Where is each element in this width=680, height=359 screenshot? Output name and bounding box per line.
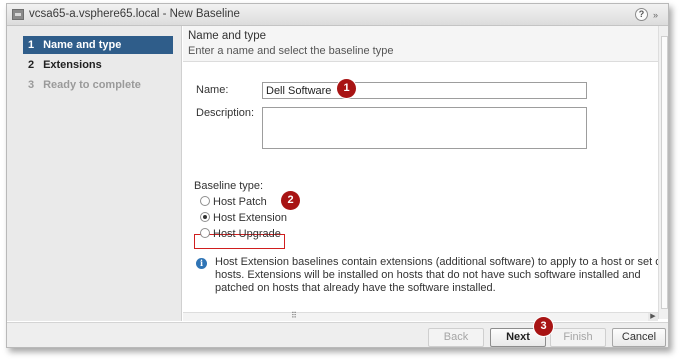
radio-label: Host Patch <box>213 196 267 208</box>
info-icon: i <box>196 258 207 269</box>
step-label: Extensions <box>43 59 102 71</box>
scrollbar-grip-icon[interactable]: ⠿ <box>291 311 298 320</box>
callout-badge-1: 1 <box>337 79 356 98</box>
name-label: Name: <box>196 84 229 96</box>
baseline-type-label: Baseline type: <box>194 180 264 192</box>
expand-icon[interactable]: » <box>653 10 663 20</box>
step-number: 3 <box>28 79 35 91</box>
new-baseline-dialog: vcsa65-a.vsphere65.local - New Baseline … <box>6 3 669 348</box>
page-title: Name and type <box>188 30 266 42</box>
horizontal-scrollbar[interactable]: ⠿ ▶ <box>183 311 658 321</box>
wizard-content: Name and type Enter a name and select th… <box>183 26 668 321</box>
radio-button[interactable] <box>200 228 210 238</box>
step-ready-to-complete: 3 Ready to complete <box>23 76 173 94</box>
radio-label: Host Upgrade <box>213 228 281 240</box>
step-name-and-type[interactable]: 1 Name and type <box>23 36 173 54</box>
back-button[interactable]: Back <box>428 328 484 347</box>
name-input[interactable] <box>262 82 587 99</box>
window-title: vcsa65-a.vsphere65.local - New Baseline <box>29 8 240 20</box>
callout-badge-2: 2 <box>281 191 300 210</box>
page-header: Name and type Enter a name and select th… <box>183 26 668 62</box>
step-number: 1 <box>28 39 35 51</box>
help-icon[interactable]: ? <box>635 8 648 21</box>
radio-host-patch[interactable]: Host Patch <box>200 195 267 210</box>
radio-host-extension[interactable]: Host Extension <box>200 211 287 226</box>
finish-button[interactable]: Finish <box>550 328 606 347</box>
description-label: Description: <box>196 107 255 119</box>
cancel-button[interactable]: Cancel <box>612 328 666 347</box>
window-app-icon <box>12 9 24 20</box>
step-label: Ready to complete <box>43 79 141 91</box>
step-extensions[interactable]: 2 Extensions <box>23 56 173 74</box>
wizard-steps-sidebar: 1 Name and type 2 Extensions 3 Ready to … <box>7 26 182 321</box>
description-textarea[interactable] <box>262 107 587 149</box>
callout-badge-3: 3 <box>534 317 553 336</box>
step-label: Name and type <box>43 39 122 51</box>
step-number: 2 <box>28 59 35 71</box>
radio-button[interactable] <box>200 196 210 206</box>
scroll-right-icon[interactable]: ▶ <box>648 313 658 321</box>
radio-host-upgrade[interactable]: Host Upgrade <box>200 227 281 242</box>
page-subtitle: Enter a name and select the baseline typ… <box>188 45 394 57</box>
radio-label: Host Extension <box>213 212 287 224</box>
info-text: Host Extension baselines contain extensi… <box>215 256 665 294</box>
radio-button[interactable] <box>200 212 210 222</box>
vertical-scrollbar-thumb[interactable] <box>661 36 668 309</box>
vertical-scrollbar[interactable] <box>658 26 668 319</box>
wizard-footer: Back Next Finish Cancel <box>7 322 668 347</box>
title-bar: vcsa65-a.vsphere65.local - New Baseline … <box>7 4 668 26</box>
